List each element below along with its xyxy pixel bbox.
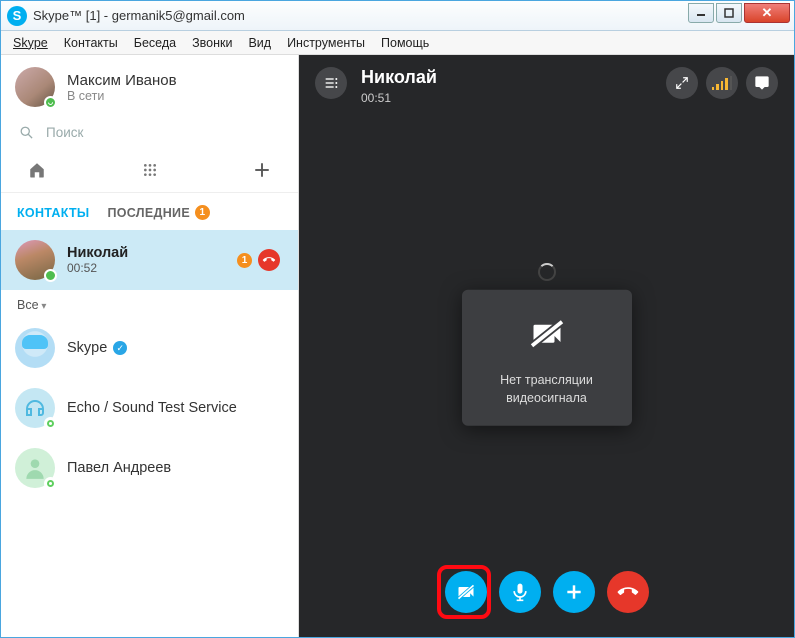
contact-name: Skype✓ (67, 340, 284, 356)
add-participant-button[interactable] (553, 571, 595, 613)
call-contact-name: Николай (361, 67, 437, 88)
tab-contacts[interactable]: КОНТАКТЫ (17, 205, 89, 220)
contact-skype[interactable]: Skype✓ (1, 318, 298, 378)
video-status-panel: Нет трансляции видеосигнала (462, 289, 632, 426)
recent-badge: 1 (195, 205, 210, 220)
person-icon (22, 455, 48, 481)
self-status: В сети (67, 89, 177, 103)
menu-help[interactable]: Помощь (373, 33, 437, 53)
self-name: Максим Иванов (67, 72, 177, 89)
presence-icon (44, 417, 57, 430)
search-placeholder: Поиск (46, 125, 83, 140)
contact-avatar (15, 328, 55, 368)
video-status-text-2: видеосигнала (506, 391, 587, 405)
hangup-mini-button[interactable] (258, 249, 280, 271)
video-status-text-1: Нет трансляции (500, 372, 593, 386)
search-icon (19, 125, 34, 140)
presence-icon (44, 477, 57, 490)
headset-icon (23, 396, 47, 420)
verified-icon: ✓ (113, 341, 127, 355)
video-off-icon (525, 315, 569, 351)
menu-tools[interactable]: Инструменты (279, 33, 373, 53)
self-avatar (15, 67, 55, 107)
call-quality-button[interactable] (706, 67, 738, 99)
signal-icon (712, 76, 733, 90)
presence-online-icon (44, 96, 57, 109)
contact-call-duration: 00:52 (67, 261, 237, 275)
window-close-button[interactable]: ✕ (744, 3, 790, 23)
menu-view[interactable]: Вид (240, 33, 279, 53)
menu-contacts[interactable]: Контакты (56, 33, 126, 53)
toggle-video-button[interactable] (445, 571, 487, 613)
tab-recent[interactable]: ПОСЛЕДНИЕ 1 (107, 205, 210, 220)
loading-spinner-icon (538, 263, 556, 281)
contacts-filter[interactable]: Все (1, 290, 298, 318)
new-conversation-button[interactable] (252, 160, 272, 180)
menu-skype[interactable]: Skype (5, 33, 56, 53)
fullscreen-button[interactable] (666, 67, 698, 99)
contact-avatar (15, 388, 55, 428)
contact-pavel[interactable]: Павел Андреев (1, 438, 298, 498)
search-input[interactable]: Поиск (1, 115, 298, 154)
window-maximize-button[interactable] (716, 3, 742, 23)
window-titlebar: S Skype™ [1] - germanik5@gmail.com ✕ (1, 1, 794, 31)
tab-recent-label: ПОСЛЕДНИЕ (107, 206, 190, 220)
menubar: Skype Контакты Беседа Звонки Вид Инструм… (1, 31, 794, 55)
dialpad-button[interactable] (140, 160, 160, 180)
contact-active-call[interactable]: Николай 00:52 1 (1, 230, 298, 290)
skype-logo-icon: S (7, 6, 27, 26)
sidebar: Максим Иванов В сети Поиск КОНТАКТЫ ПОСЛ… (1, 55, 299, 637)
contact-name: Echo / Sound Test Service (67, 400, 284, 416)
hangup-button[interactable] (607, 571, 649, 613)
contact-avatar (15, 240, 55, 280)
menu-calls[interactable]: Звонки (184, 33, 240, 53)
call-controls (299, 571, 794, 613)
contact-echo[interactable]: Echo / Sound Test Service (1, 378, 298, 438)
self-profile[interactable]: Максим Иванов В сети (1, 55, 298, 115)
call-panel: Николай 00:51 Нет трансляции (299, 55, 794, 637)
call-timer: 00:51 (361, 91, 437, 105)
contact-avatar (15, 448, 55, 488)
unread-badge: 1 (237, 253, 252, 268)
menu-conversation[interactable]: Беседа (126, 33, 184, 53)
contact-name: Павел Андреев (67, 460, 284, 476)
window-minimize-button[interactable] (688, 3, 714, 23)
contact-name: Николай (67, 245, 237, 261)
call-menu-button[interactable] (315, 67, 347, 99)
window-title: Skype™ [1] - germanik5@gmail.com (33, 8, 686, 23)
home-button[interactable] (27, 160, 47, 180)
presence-online-icon (44, 269, 57, 282)
chat-button[interactable] (746, 67, 778, 99)
toggle-mic-button[interactable] (499, 571, 541, 613)
